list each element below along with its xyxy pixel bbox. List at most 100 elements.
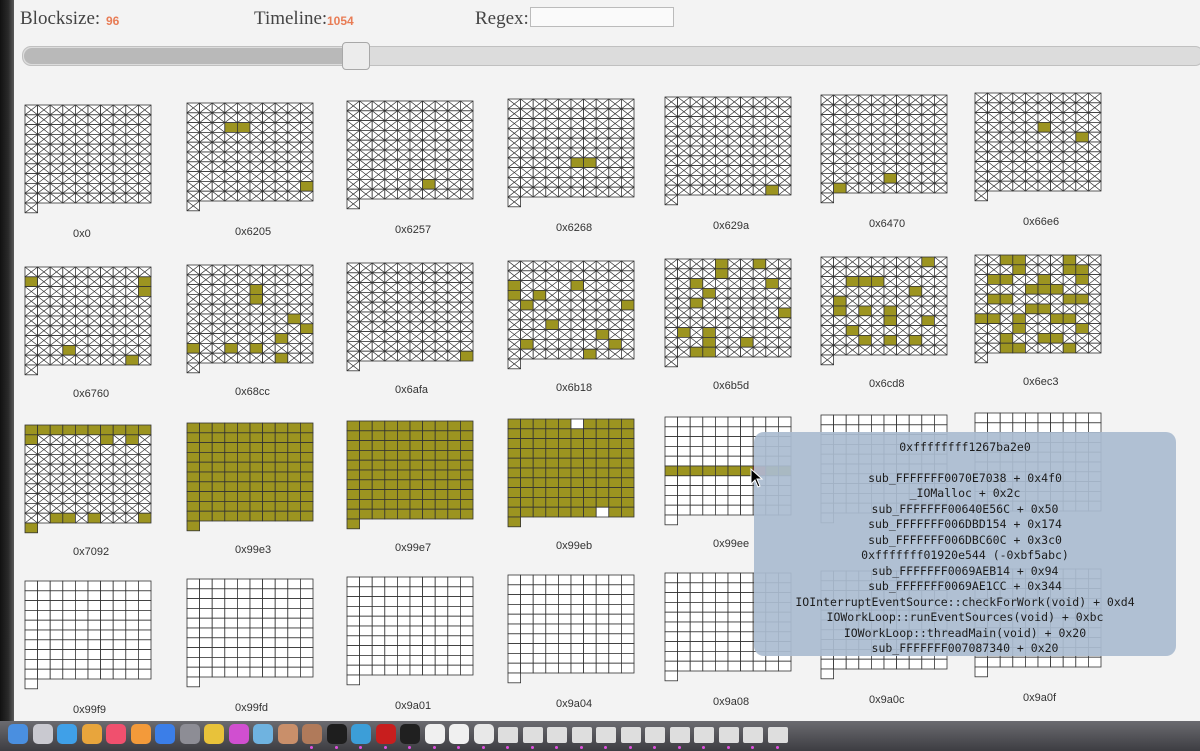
block-map[interactable] — [186, 264, 314, 374]
memory-block[interactable] — [974, 254, 1102, 364]
block-cell — [434, 489, 449, 500]
avatar-icon[interactable] — [277, 724, 298, 744]
memory-block[interactable] — [974, 92, 1102, 202]
memory-block[interactable] — [507, 574, 635, 684]
block-cell — [87, 629, 102, 641]
finder-icon[interactable] — [8, 724, 28, 744]
block-map[interactable] — [507, 260, 635, 370]
block-map[interactable] — [974, 92, 1102, 202]
doc-icon[interactable] — [473, 724, 494, 744]
block-map[interactable] — [186, 102, 314, 212]
block-map[interactable] — [186, 422, 314, 532]
activity-icon[interactable] — [400, 724, 420, 744]
block-cell — [100, 649, 114, 660]
block-map[interactable] — [24, 424, 152, 534]
block-cell — [507, 613, 522, 625]
memory-block[interactable] — [24, 104, 152, 214]
memory-block[interactable] — [24, 424, 152, 534]
block-cell — [447, 655, 461, 666]
music-icon[interactable] — [106, 724, 126, 744]
block-cell — [570, 418, 585, 430]
block-cell — [262, 588, 276, 600]
thumb-icon[interactable] — [620, 727, 641, 743]
memory-block[interactable] — [186, 578, 314, 688]
thumb-icon[interactable] — [596, 727, 616, 743]
books-icon[interactable] — [130, 724, 151, 744]
thumb-icon[interactable] — [669, 727, 690, 743]
thumb-icon[interactable] — [694, 727, 714, 743]
block-cell — [75, 629, 89, 641]
memory-block[interactable] — [664, 96, 792, 206]
debug-icon[interactable] — [375, 724, 396, 744]
block-cell — [727, 445, 742, 457]
block-cell — [287, 461, 301, 473]
block-cell — [715, 601, 729, 613]
app-store-icon[interactable] — [155, 724, 175, 744]
thumb-icon[interactable] — [571, 727, 592, 743]
block-cell — [224, 607, 238, 619]
preview-icon[interactable] — [253, 724, 273, 744]
memory-block[interactable] — [346, 100, 474, 210]
thumb-icon[interactable] — [498, 727, 518, 743]
memory-block[interactable] — [24, 580, 152, 690]
block-map[interactable] — [24, 104, 152, 214]
launchpad-icon[interactable] — [32, 724, 53, 744]
memory-block[interactable] — [820, 94, 948, 204]
block-cell — [287, 491, 301, 502]
memory-block[interactable] — [346, 576, 474, 686]
memory-block[interactable] — [507, 418, 635, 528]
memory-block[interactable] — [186, 422, 314, 532]
block-map[interactable] — [186, 578, 314, 688]
block-cell — [287, 432, 301, 444]
photos-icon[interactable] — [81, 724, 102, 744]
memory-block[interactable] — [664, 258, 792, 368]
block-map[interactable] — [507, 98, 635, 208]
block-map[interactable] — [664, 258, 792, 368]
memory-block[interactable] — [186, 264, 314, 374]
thumb-icon[interactable] — [547, 727, 567, 743]
block-cell — [371, 645, 386, 656]
memory-block[interactable] — [24, 266, 152, 376]
block-cell — [715, 436, 729, 447]
memory-block[interactable] — [346, 262, 474, 372]
block-map[interactable] — [24, 266, 152, 376]
doc-icon[interactable] — [449, 724, 469, 744]
block-map[interactable] — [974, 254, 1102, 364]
block-cell — [211, 442, 226, 453]
block-map[interactable] — [664, 96, 792, 206]
block-cell — [532, 447, 547, 459]
memory-block[interactable] — [507, 98, 635, 208]
doc-icon[interactable] — [424, 724, 445, 744]
block-map[interactable] — [507, 574, 635, 684]
thumb-icon[interactable] — [522, 727, 543, 743]
xcode-icon[interactable] — [351, 724, 371, 744]
block-cell — [422, 576, 436, 588]
chrome-icon[interactable] — [204, 724, 224, 744]
memory-block[interactable] — [507, 260, 635, 370]
safari-icon[interactable] — [57, 724, 77, 744]
thumb-icon[interactable] — [645, 727, 665, 743]
block-map[interactable] — [820, 256, 948, 366]
terminal-icon[interactable] — [326, 724, 347, 744]
block-map[interactable] — [346, 262, 474, 372]
block-map[interactable] — [346, 100, 474, 210]
block-map[interactable] — [24, 580, 152, 690]
settings-icon[interactable] — [179, 724, 200, 744]
block-cell — [409, 440, 424, 451]
memory-block[interactable] — [820, 256, 948, 366]
avatar-icon[interactable] — [302, 724, 322, 744]
block-map[interactable] — [507, 418, 635, 528]
block-cell — [186, 491, 201, 502]
block-cell — [409, 489, 424, 500]
thumb-icon[interactable] — [743, 727, 763, 743]
block-map[interactable] — [346, 576, 474, 686]
block-map[interactable] — [346, 420, 474, 530]
block-cell — [689, 416, 704, 428]
memory-block[interactable] — [346, 420, 474, 530]
flower-icon[interactable] — [228, 724, 249, 744]
thumb-icon[interactable] — [767, 727, 788, 743]
block-cell — [224, 588, 238, 600]
memory-block[interactable] — [186, 102, 314, 212]
thumb-icon[interactable] — [718, 727, 739, 743]
block-map[interactable] — [820, 94, 948, 204]
